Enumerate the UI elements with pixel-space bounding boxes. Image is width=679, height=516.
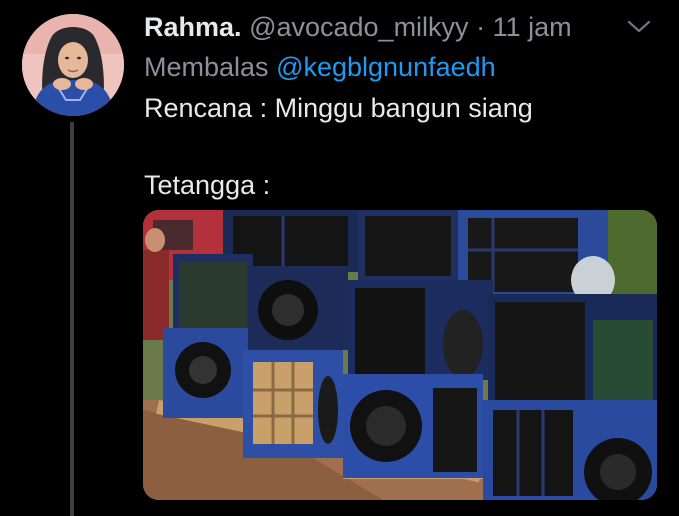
avatar[interactable] (22, 14, 124, 116)
thread-line (70, 122, 74, 516)
author-name[interactable]: Rahma. (144, 12, 242, 42)
reply-mention-link[interactable]: @kegblgnunfaedh (276, 52, 496, 82)
chevron-down-icon[interactable] (626, 18, 652, 36)
tweet-text-line1: Rencana : Minggu bangun siang (144, 93, 533, 123)
avatar-image (22, 14, 124, 116)
tweet-header: Rahma. @avocado_milkyy · 11 jam (144, 10, 572, 44)
speaker-stack-image (143, 210, 657, 500)
reply-context: Membalas @kegblgnunfaedh (144, 50, 496, 84)
tweet-text-line2: Tetangga : (144, 170, 271, 200)
reply-label: Membalas (144, 52, 269, 82)
tweet-photo[interactable] (143, 210, 657, 500)
author-handle[interactable]: @avocado_milkyy (249, 12, 469, 42)
tweet-time[interactable]: 11 jam (493, 12, 572, 42)
separator-dot: · (476, 12, 486, 42)
tweet[interactable]: Rahma. @avocado_milkyy · 11 jam Membalas… (0, 0, 679, 516)
